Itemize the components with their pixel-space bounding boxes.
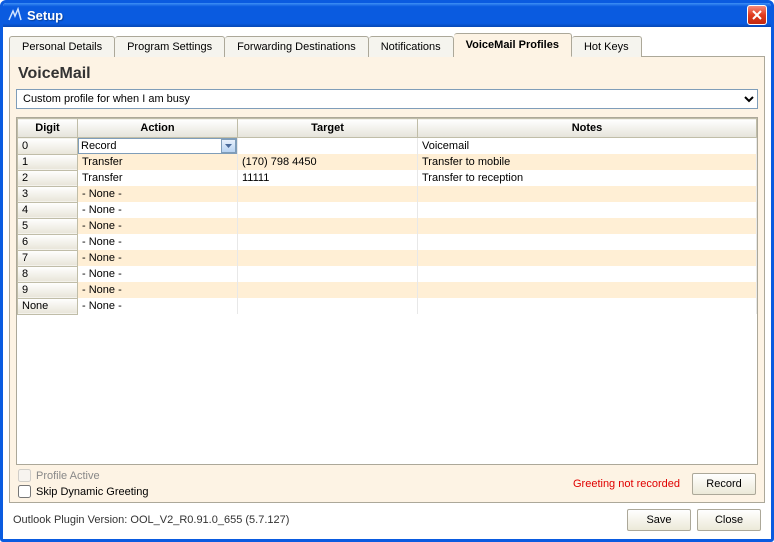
cell-action[interactable]: - None -	[78, 218, 238, 234]
panel-bottom-strip: Profile Active Skip Dynamic Greeting Gre…	[16, 469, 758, 498]
table-row[interactable]: 7- None -	[18, 250, 757, 266]
save-button[interactable]: Save	[627, 509, 691, 531]
cell-notes[interactable]	[418, 202, 757, 218]
cell-notes[interactable]	[418, 218, 757, 234]
titlebar[interactable]: Setup	[3, 3, 771, 27]
tab-voicemail-profiles[interactable]: VoiceMail Profiles	[454, 33, 572, 57]
cell-action[interactable]: - None -	[78, 266, 238, 282]
cell-target[interactable]	[238, 234, 418, 250]
footer: Outlook Plugin Version: OOL_V2_R0.91.0_6…	[9, 503, 765, 533]
cell-target[interactable]	[238, 138, 418, 155]
cell-notes[interactable]: Voicemail	[418, 138, 757, 155]
cell-action[interactable]: - None -	[78, 298, 238, 314]
grid-header-row: Digit Action Target Notes	[18, 119, 757, 138]
cell-target[interactable]	[238, 250, 418, 266]
tab-hot-keys[interactable]: Hot Keys	[572, 36, 642, 57]
col-target[interactable]: Target	[238, 119, 418, 138]
profile-active-input	[18, 469, 31, 482]
tab-notifications[interactable]: Notifications	[369, 36, 454, 57]
tab-row: Personal DetailsProgram SettingsForwardi…	[9, 33, 765, 57]
table-row[interactable]: 0Record Voicemail	[18, 138, 757, 155]
greeting-warning: Greeting not recorded	[573, 478, 680, 490]
tab-personal-details[interactable]: Personal Details	[9, 36, 115, 57]
cell-action[interactable]: Record	[78, 138, 238, 155]
app-icon	[7, 7, 23, 23]
cell-target[interactable]: (170) 798 4450	[238, 154, 418, 170]
table-row[interactable]: 3- None -	[18, 186, 757, 202]
cell-digit[interactable]: 7	[18, 250, 78, 266]
table-row[interactable]: 2Transfer11111Transfer to reception	[18, 170, 757, 186]
digit-grid: Digit Action Target Notes 0Record Voicema…	[16, 117, 758, 465]
cell-notes[interactable]: Transfer to mobile	[418, 154, 757, 170]
cell-notes[interactable]	[418, 282, 757, 298]
col-digit[interactable]: Digit	[18, 119, 78, 138]
cell-action[interactable]: Transfer	[78, 170, 238, 186]
cell-target[interactable]: 11111	[238, 170, 418, 186]
cell-notes[interactable]	[418, 234, 757, 250]
table-row[interactable]: 9- None -	[18, 282, 757, 298]
window-close-button[interactable]	[747, 5, 767, 25]
cell-digit[interactable]: 0	[18, 138, 78, 155]
cell-target[interactable]	[238, 298, 418, 314]
cell-notes[interactable]	[418, 186, 757, 202]
cell-digit[interactable]: 2	[18, 170, 78, 186]
cell-digit[interactable]: 3	[18, 186, 78, 202]
setup-window: Setup Personal DetailsProgram SettingsFo…	[0, 0, 774, 542]
profile-select[interactable]: Custom profile for when I am busy	[16, 89, 758, 109]
skip-dynamic-checkbox[interactable]: Skip Dynamic Greeting	[18, 485, 149, 498]
cell-digit[interactable]: 6	[18, 234, 78, 250]
checkbox-area: Profile Active Skip Dynamic Greeting	[18, 469, 149, 498]
cell-action[interactable]: - None -	[78, 202, 238, 218]
cell-action[interactable]: - None -	[78, 282, 238, 298]
cell-target[interactable]	[238, 282, 418, 298]
skip-dynamic-input[interactable]	[18, 485, 31, 498]
cell-digit[interactable]: 1	[18, 154, 78, 170]
table-row[interactable]: 6- None -	[18, 234, 757, 250]
cell-target[interactable]	[238, 266, 418, 282]
cell-digit[interactable]: None	[18, 298, 78, 314]
cell-target[interactable]	[238, 218, 418, 234]
cell-notes[interactable]	[418, 298, 757, 314]
cell-digit[interactable]: 9	[18, 282, 78, 298]
cell-digit[interactable]: 4	[18, 202, 78, 218]
cell-action[interactable]: - None -	[78, 234, 238, 250]
table-row[interactable]: 8- None -	[18, 266, 757, 282]
client-area: Personal DetailsProgram SettingsForwardi…	[3, 27, 771, 539]
close-button[interactable]: Close	[697, 509, 761, 531]
col-notes[interactable]: Notes	[418, 119, 757, 138]
cell-digit[interactable]: 8	[18, 266, 78, 282]
col-action[interactable]: Action	[78, 119, 238, 138]
cell-digit[interactable]: 5	[18, 218, 78, 234]
table-row[interactable]: None- None -	[18, 298, 757, 314]
cell-target[interactable]	[238, 202, 418, 218]
skip-dynamic-label: Skip Dynamic Greeting	[36, 486, 149, 498]
cell-notes[interactable]	[418, 250, 757, 266]
cell-notes[interactable]	[418, 266, 757, 282]
tab-forwarding-destinations[interactable]: Forwarding Destinations	[225, 36, 369, 57]
cell-action[interactable]: Transfer	[78, 154, 238, 170]
cell-target[interactable]	[238, 186, 418, 202]
chevron-down-icon[interactable]	[221, 139, 236, 153]
table-row[interactable]: 4- None -	[18, 202, 757, 218]
voicemail-panel: VoiceMail Custom profile for when I am b…	[9, 56, 765, 503]
cell-notes[interactable]: Transfer to reception	[418, 170, 757, 186]
cell-action[interactable]: - None -	[78, 186, 238, 202]
grid-empty-area	[17, 315, 757, 465]
window-title: Setup	[27, 8, 747, 23]
table-row[interactable]: 5- None -	[18, 218, 757, 234]
action-combo[interactable]: Record	[78, 138, 237, 154]
record-button[interactable]: Record	[692, 473, 756, 495]
table-row[interactable]: 1Transfer(170) 798 4450Transfer to mobil…	[18, 154, 757, 170]
cell-action[interactable]: - None -	[78, 250, 238, 266]
version-text: Outlook Plugin Version: OOL_V2_R0.91.0_6…	[13, 514, 621, 526]
action-combo-value: Record	[81, 140, 221, 152]
tab-program-settings[interactable]: Program Settings	[115, 36, 225, 57]
profile-active-label: Profile Active	[36, 470, 100, 482]
profile-active-checkbox: Profile Active	[18, 469, 149, 482]
section-title: VoiceMail	[18, 65, 758, 83]
